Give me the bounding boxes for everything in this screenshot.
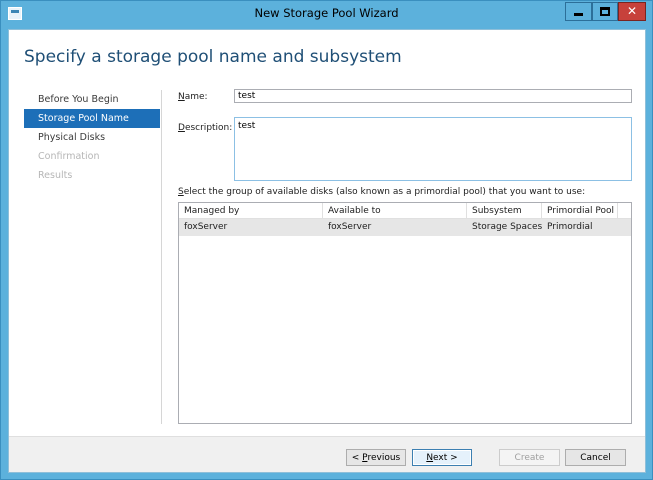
previous-text: revious (367, 452, 401, 463)
minimize-icon (574, 13, 583, 16)
description-label: Description: (178, 123, 232, 133)
wizard-steps-nav: Before You Begin Storage Pool Name Physi… (24, 90, 160, 185)
close-icon: ✕ (626, 4, 638, 18)
column-header-managed-by[interactable]: Managed by (179, 203, 323, 219)
nav-item-before-you-begin[interactable]: Before You Begin (24, 90, 160, 109)
wizard-client-area: Specify a storage pool name and subsyste… (8, 29, 646, 473)
primordial-pool-grid[interactable]: Managed by Available to Subsystem Primor… (178, 202, 632, 424)
nav-item-results: Results (38, 170, 73, 181)
column-header-subsystem[interactable]: Subsystem (467, 203, 542, 219)
next-text: ext > (433, 452, 458, 463)
select-pool-prompt: Select the group of available disks (als… (178, 187, 585, 197)
cell-available-to: foxServer (328, 222, 372, 232)
cell-primordial-pool: Primordial (547, 222, 593, 232)
name-input[interactable]: test (234, 89, 632, 103)
minimize-button[interactable] (565, 2, 592, 21)
nav-divider (161, 90, 162, 424)
maximize-icon (600, 7, 610, 16)
description-input[interactable]: test (234, 117, 632, 181)
wizard-window: New Storage Pool Wizard ✕ Specify a stor… (0, 0, 653, 480)
maximize-button[interactable] (592, 2, 618, 21)
window-title: New Storage Pool Wizard (254, 6, 399, 20)
select-prompt-text: elect the group of available disks (also… (183, 187, 586, 197)
nav-item-confirmation: Confirmation (38, 151, 100, 162)
grid-header: Managed by Available to Subsystem Primor… (179, 203, 631, 219)
description-label-accesskey: D (178, 123, 185, 133)
cell-subsystem: Storage Spaces (472, 222, 543, 232)
close-button[interactable]: ✕ (618, 2, 646, 21)
title-bar[interactable]: New Storage Pool Wizard ✕ (1, 1, 652, 28)
cancel-button[interactable]: Cancel (565, 449, 626, 466)
nav-item-physical-disks[interactable]: Physical Disks (24, 128, 160, 147)
cell-managed-by: foxServer (184, 222, 228, 232)
name-label-accesskey: N (178, 92, 185, 102)
column-header-filler (618, 203, 631, 219)
table-row[interactable]: foxServer foxServer Storage Spaces Primo… (179, 219, 631, 236)
previous-button[interactable]: < Previous (346, 449, 406, 466)
page-title: Specify a storage pool name and subsyste… (24, 47, 402, 67)
column-header-primordial-pool[interactable]: Primordial Pool (542, 203, 618, 219)
next-button[interactable]: Next > (412, 449, 472, 466)
name-label-text: ame: (184, 92, 208, 102)
previous-prefix: < (351, 452, 363, 463)
description-label-text: escription: (184, 123, 233, 133)
wizard-footer: < Previous Next > Create Cancel (9, 437, 645, 472)
nav-item-storage-pool-name[interactable]: Storage Pool Name (24, 109, 160, 128)
create-button: Create (499, 449, 560, 466)
column-header-available-to[interactable]: Available to (323, 203, 467, 219)
name-label: Name: (178, 92, 208, 102)
